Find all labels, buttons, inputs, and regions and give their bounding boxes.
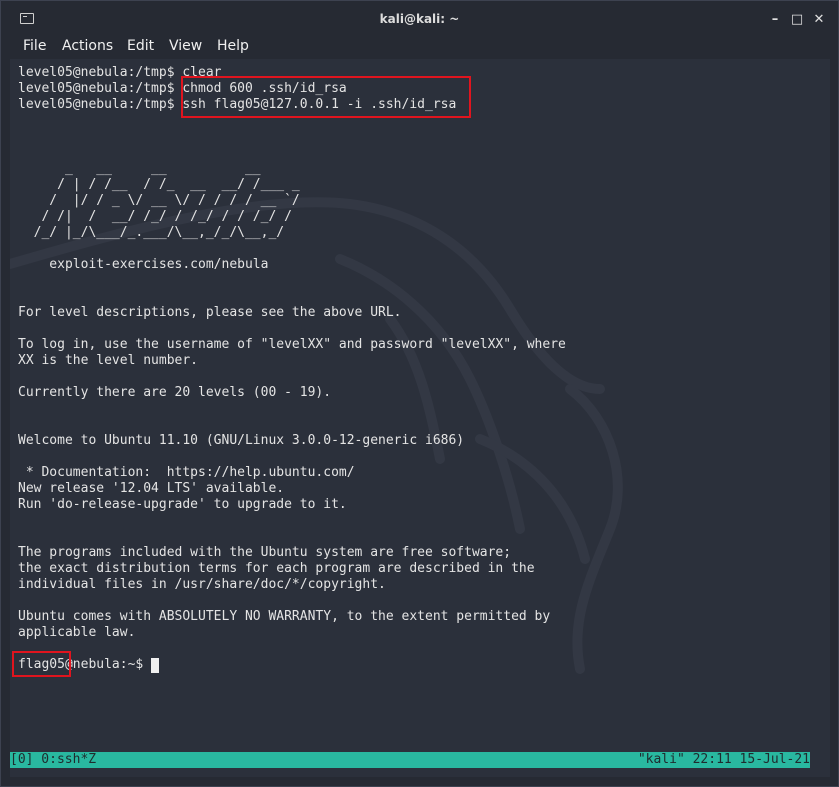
close-button[interactable]: ✕ [812,13,826,27]
terminal-line: For level descriptions, please see the a… [18,305,402,320]
menu-edit[interactable]: Edit [127,38,154,54]
terminal-window: kali@kali: ~ – □ ✕ File Actions Edit Vie… [0,0,839,787]
terminal-line: applicable law. [18,625,136,640]
title-bar[interactable]: kali@kali: ~ – □ ✕ [1,1,838,37]
menu-view[interactable]: View [169,38,202,54]
terminal-line: /_/ |_/\___/_.___/\__,_/_/\__,_/ [18,225,285,240]
terminal-line: / | / /__ / /_ __ __/ /___ _ [18,177,300,192]
terminal-line: individual files in /usr/share/doc/*/cop… [18,577,386,592]
status-session: [0] 0:ssh*Z [10,752,97,767]
terminal-line: New release '12.04 LTS' available. [18,481,285,496]
terminal-line: exploit-exercises.com/nebula [18,257,269,272]
terminal-line: / |/ / _ \/ __ \/ / / / / __ `/ [18,193,300,208]
terminal-area[interactable]: level05@nebula:/tmp$ clear level05@nebula… [10,59,830,777]
terminal-line: Ubuntu comes with ABSOLUTELY NO WARRANTY… [18,609,551,624]
menu-file[interactable]: File [23,38,46,54]
terminal-line: Run 'do-release-upgrade' to upgrade to i… [18,497,347,512]
highlight-commands [181,76,471,118]
terminal-line: Currently there are 20 levels (00 - 19). [18,385,332,400]
tmux-status-bar: [0] 0:ssh*Z "kali" 22:11 15-Jul-21 [10,752,810,768]
terminal-line: XX is the level number. [18,353,199,368]
menu-help[interactable]: Help [217,38,249,54]
terminal-line: _ __ __ __ [18,161,261,176]
menu-actions[interactable]: Actions [62,38,113,54]
text-cursor [150,658,159,673]
terminal-line: / /| / __/ /_/ / /_/ / / /_/ / [18,209,292,224]
terminal-line: the exact distribution terms for each pr… [18,561,535,576]
terminal-line: * Documentation: https://help.ubuntu.com… [18,465,355,480]
terminal-line: Welcome to Ubuntu 11.10 (GNU/Linux 3.0.0… [18,433,465,448]
maximize-button[interactable]: □ [790,13,804,27]
minimize-button[interactable]: – [768,13,782,27]
terminal-line: To log in, use the username of "levelXX"… [18,337,566,352]
terminal-line: The programs included with the Ubuntu sy… [18,545,512,560]
status-info: "kali" 22:11 15-Jul-21 [637,752,810,767]
window-title: kali@kali: ~ [379,12,460,26]
highlight-flag05-user [12,651,71,677]
menu-bar: File Actions Edit View Help [1,37,838,59]
